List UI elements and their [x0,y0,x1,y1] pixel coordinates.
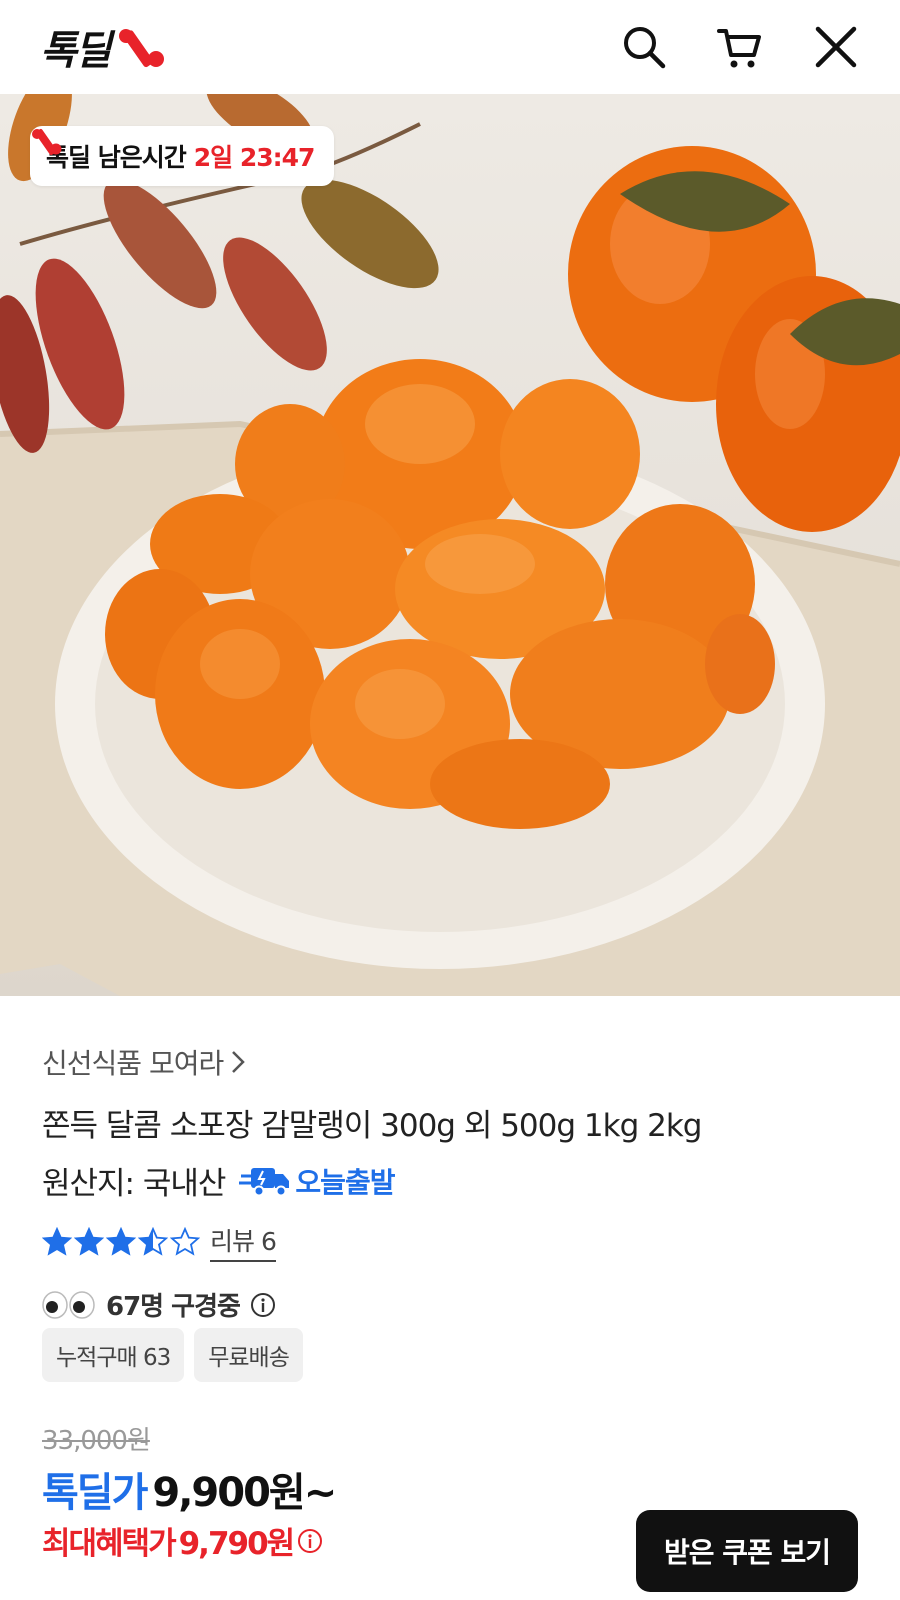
deal-timer-badge: 톡딜 남은시간 2일 23:47 [30,126,335,186]
viewer-count: 67명 구경중 [106,1292,241,1322]
seller-name: 신선식품 모여라 [42,1047,224,1080]
max-benefit-price: 9,790원 [178,1526,296,1562]
tag-free-shipping: 무료배송 [194,1328,303,1382]
star-full-icon [106,1227,136,1256]
dried-persimmon-photo [0,94,900,996]
product-title: 쫀득 달콤 소포장 감말랭이 300g 외 500g 1kg 2kg [42,1108,702,1144]
tag-cumulative-purchase: 누적구매 63 [42,1328,185,1382]
timer-label: 톡딜 남은시간 [46,143,187,172]
star-full-icon [42,1227,72,1256]
view-coupons-button[interactable]: 받은 쿠폰 보기 [636,1510,858,1592]
original-price: 33,000원 [42,1426,151,1456]
deal-price: 9,900원~ [152,1470,337,1516]
timer-value: 2일 23:47 [193,143,316,172]
shipping-badge: 오늘출발 [239,1161,395,1201]
chevron-right-icon [232,1051,246,1073]
shipping-label: 오늘출발 [295,1165,395,1199]
product-image[interactable]: 톡딜 남은시간 2일 23:47 [0,94,900,996]
info-icon[interactable] [297,1528,323,1554]
cart-icon[interactable] [716,23,764,71]
search-icon[interactable] [620,23,668,71]
tag-list: 누적구매 63 무료배송 [42,1328,303,1382]
max-benefit-label: 최대혜택가 [42,1526,177,1562]
deal-price-label: 톡딜가 [42,1470,148,1516]
top-bar: 톡딜 [0,0,900,94]
rating-stars [42,1227,200,1257]
star-half-icon [138,1227,168,1256]
star-full-icon [74,1227,104,1256]
logo-text: 톡딜 [40,28,112,74]
delivery-truck-icon [239,1167,290,1196]
brand-logo[interactable]: 톡딜 [40,18,168,76]
info-icon[interactable] [250,1292,276,1318]
origin-text: 원산지: 국내산 [42,1166,226,1202]
seller-link[interactable]: 신선식품 모여라 [42,1042,247,1082]
eyes-icon [42,1290,95,1319]
percent-logo-icon [118,29,164,68]
review-link[interactable]: 리뷰 6 [210,1222,277,1262]
percent-logo-icon [32,129,62,155]
star-empty-icon [170,1227,200,1256]
close-icon[interactable] [812,23,860,71]
